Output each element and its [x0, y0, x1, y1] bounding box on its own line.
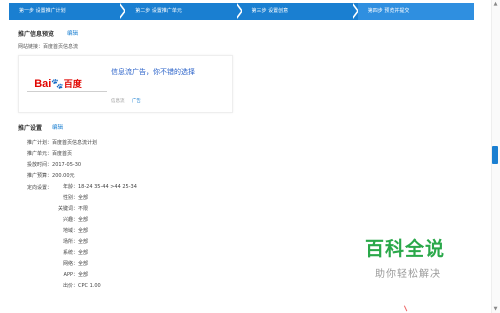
setting-row-plan: 推广计划：百度首页信息流计划 [27, 140, 97, 146]
logo-du-text: 百度 [63, 78, 82, 89]
targeting-row: 系统：全部 [58, 250, 88, 256]
targeting-value: 全部 [78, 217, 89, 223]
setting-value: 百度首页信息流计划 [52, 140, 98, 146]
targeting-row: 性别：全部 [58, 195, 88, 201]
targeting-value: 不限 [78, 206, 89, 212]
step-separator-fill [118, 3, 125, 19]
scroll-down-icon[interactable]: ▼ [492, 306, 499, 312]
paw-icon: 🐾 [51, 78, 64, 90]
step-3[interactable]: 第三步 设置创意 [241, 3, 358, 20]
targeting-row: 场所：全部 [58, 239, 88, 245]
setting-label: 推广计划： [27, 140, 53, 146]
targeting-value: 全部 [78, 228, 89, 234]
targeting-key: 兴趣： [62, 217, 78, 223]
targeting-value: 全部 [78, 250, 89, 256]
setting-label: 推广单元： [27, 151, 53, 157]
watermark-logo: 百科全说 助你轻松解决 [350, 231, 462, 283]
setting-label: 投放时间： [27, 162, 53, 168]
watermark-subtitle: 助你轻松解决 [375, 269, 441, 280]
step-separator-fill [234, 3, 241, 19]
targeting-key: 系统： [62, 250, 78, 256]
setting-row-budget: 推广预算：200.00元 [27, 173, 75, 179]
targeting-key: 年龄： [62, 184, 78, 190]
targeting-key: 关键词： [58, 206, 79, 212]
setting-value: 百度首页 [52, 151, 73, 157]
targeting-row: 年龄：18-24 35-44 >44 25-34 [58, 184, 137, 190]
setting-label: 推广预算： [27, 173, 53, 179]
scroll-up-icon[interactable]: ▲ [492, 1, 499, 7]
ad-preview-card: Bai🐾百度 信息流广告，你不错的选择 信息流 广告 [18, 55, 233, 113]
baidu-logo: Bai🐾百度 [27, 63, 89, 103]
preview-section-title: 推广信息预览 [18, 31, 55, 38]
ad-headline[interactable]: 信息流广告，你不错的选择 [111, 67, 195, 77]
step-separator-fill [350, 3, 357, 19]
step-1[interactable]: 第一步 设置推广计划 [9, 3, 126, 20]
targeting-row: APP：全部 [58, 272, 88, 278]
targeting-key: 地域： [62, 228, 78, 234]
targeting-key: 场所： [62, 239, 78, 245]
targeting-value: 全部 [78, 195, 89, 201]
targeting-row: 网络：全部 [58, 261, 88, 267]
targeting-key: 性别： [62, 195, 78, 201]
step-4-label: 第四步 预览并提交 [367, 8, 410, 14]
targeting-row: 地域：全部 [58, 228, 88, 234]
settings-edit-link[interactable]: 编辑 [52, 123, 63, 131]
targeting-value: 全部 [78, 261, 89, 267]
step-2-label: 第二步 设置推广单元 [135, 8, 182, 14]
preview-edit-link[interactable]: 编辑 [67, 29, 78, 37]
step-2[interactable]: 第二步 设置推广单元 [125, 3, 242, 20]
targeting-row: 兴趣：全部 [58, 217, 88, 223]
preview-url-label: 网站链接：百度首页信息流 [18, 44, 79, 50]
side-tab[interactable] [492, 146, 498, 164]
setting-row-time: 投放时间：2017-05-30 [27, 162, 81, 168]
cursor-mark [403, 304, 410, 312]
targeting-key: 出价： [62, 283, 78, 289]
ad-meta: 信息流 广告 [111, 98, 141, 104]
targeting-key: 网络： [62, 261, 78, 267]
scrollbar[interactable]: ▲ ▼ [491, 0, 500, 313]
step-1-label: 第一步 设置推广计划 [19, 8, 66, 14]
targeting-key: APP： [63, 272, 78, 278]
ad-tag: 广告 [131, 99, 141, 104]
step-4[interactable]: 第四步 预览并提交 [357, 3, 474, 20]
settings-section-title: 推广设置 [18, 125, 43, 132]
setting-value: 200.00元 [52, 173, 75, 179]
targeting-value: 全部 [78, 239, 89, 245]
setting-row-unit: 推广单元：百度首页 [27, 151, 72, 157]
targeting-row: 关键词：不限 [58, 206, 88, 212]
step-3-label: 第三步 设置创意 [251, 8, 289, 14]
targeting-value: 18-24 35-44 >44 25-34 [78, 184, 137, 190]
logo-underline [27, 91, 107, 92]
targeting-label: 定向设置： [27, 185, 53, 191]
watermark-title: 百科全说 [365, 238, 446, 260]
targeting-value: CPC 1.00 [78, 283, 101, 289]
targeting-row: 出价：CPC 1.00 [58, 283, 101, 289]
targeting-value: 全部 [78, 272, 89, 278]
steps-bar: 第一步 设置推广计划 第二步 设置推广单元 第三步 设置创意 第四步 预览并提交 [9, 3, 474, 20]
ad-source: 信息流 [111, 99, 125, 104]
logo-bai-text: Bai [34, 77, 52, 90]
setting-value: 2017-05-30 [52, 162, 82, 168]
